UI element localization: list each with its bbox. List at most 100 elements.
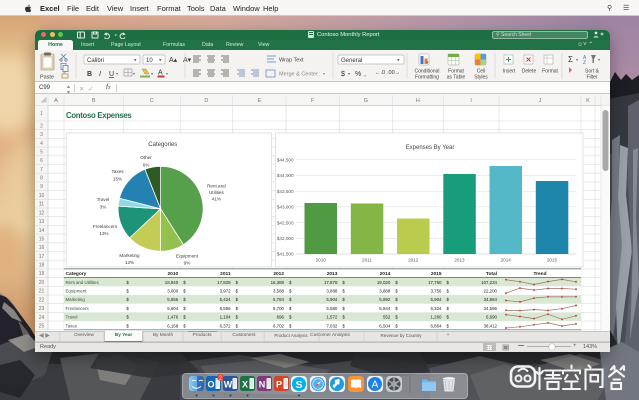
svg-text:Taxes: Taxes — [112, 169, 125, 174]
svg-text:.00→: .00→ — [387, 70, 400, 76]
svg-text:Freelancers: Freelancers — [66, 306, 90, 311]
svg-text:2011: 2011 — [220, 271, 231, 277]
svg-text:22,200: 22,200 — [484, 289, 498, 294]
svg-text:6,690: 6,690 — [486, 315, 498, 320]
svg-text:A▴: A▴ — [169, 57, 178, 64]
svg-text:2011: 2011 — [362, 258, 372, 263]
svg-text:2: 2 — [219, 375, 222, 381]
svg-text:A: A — [372, 379, 379, 390]
svg-text:A▾: A▾ — [183, 57, 192, 64]
svg-text:2014: 2014 — [501, 258, 512, 263]
svg-text:6,702: 6,702 — [273, 323, 285, 328]
svg-text:5,556: 5,556 — [220, 306, 232, 311]
svg-text:17,878: 17,878 — [324, 280, 338, 285]
svg-text:Wrap Text: Wrap Text — [279, 58, 304, 64]
svg-text:Trend: Trend — [533, 271, 546, 277]
svg-text:$43,500: $43,500 — [277, 189, 294, 194]
svg-text:9: 9 — [40, 184, 43, 190]
svg-text:2010: 2010 — [316, 258, 327, 263]
svg-text:Z: Z — [583, 60, 586, 66]
svg-text:Equipment: Equipment — [176, 254, 199, 259]
svg-text:$44,000: $44,000 — [277, 173, 294, 178]
svg-text:5,424: 5,424 — [220, 297, 232, 302]
svg-text:I: I — [99, 71, 101, 78]
svg-text:13%: 13% — [99, 231, 108, 236]
svg-text:4: 4 — [40, 141, 43, 147]
svg-text:Other: Other — [140, 155, 152, 160]
svg-text:13: 13 — [39, 219, 45, 225]
svg-text:$44,500: $44,500 — [277, 158, 294, 163]
svg-text:E: E — [257, 98, 261, 104]
svg-text:←.0: ←.0 — [375, 70, 385, 76]
svg-text:24: 24 — [39, 315, 45, 321]
svg-text:Rent and: Rent and — [207, 184, 226, 189]
svg-text:552: 552 — [383, 315, 391, 320]
svg-text:41%: 41% — [212, 197, 221, 202]
svg-text:U: U — [109, 71, 114, 78]
svg-text:Styles: Styles — [474, 75, 488, 81]
svg-text:17,828: 17,828 — [217, 280, 231, 285]
svg-text:2013: 2013 — [454, 258, 465, 263]
svg-text:10: 10 — [146, 58, 153, 64]
svg-text:2: 2 — [40, 123, 43, 129]
svg-text:Contoso Expenses: Contoso Expenses — [66, 111, 132, 120]
svg-text:1,476: 1,476 — [167, 315, 179, 320]
svg-text:Expenses By Year: Expenses By Year — [406, 145, 455, 151]
svg-text:3,000: 3,000 — [167, 289, 179, 294]
svg-text:107,234: 107,234 — [481, 280, 497, 285]
svg-text:$43,000: $43,000 — [277, 205, 294, 210]
svg-text:3,588: 3,588 — [273, 289, 285, 294]
svg-text:2012: 2012 — [273, 271, 284, 277]
svg-text:G: G — [364, 98, 368, 104]
svg-text:2012: 2012 — [408, 258, 419, 263]
svg-text:2015: 2015 — [431, 271, 442, 277]
svg-text:N: N — [259, 379, 266, 389]
svg-text:Taxes: Taxes — [66, 323, 78, 328]
svg-text:5,700: 5,700 — [273, 306, 285, 311]
svg-text:5,604: 5,604 — [167, 306, 179, 311]
svg-text:1,572: 1,572 — [326, 315, 338, 320]
svg-text:B: B — [92, 98, 96, 104]
svg-text:5,784: 5,784 — [273, 297, 285, 302]
svg-text:Travel: Travel — [66, 315, 78, 320]
svg-text:▾: ▾ — [348, 71, 350, 76]
svg-text:C: C — [150, 98, 154, 104]
svg-text:A: A — [54, 98, 58, 104]
svg-text:18: 18 — [39, 263, 45, 269]
svg-text:▾: ▾ — [166, 71, 168, 76]
svg-text:▾: ▾ — [598, 57, 600, 62]
svg-text:22: 22 — [39, 297, 45, 303]
svg-text:General: General — [341, 58, 362, 64]
svg-text:5,580: 5,580 — [326, 306, 338, 311]
svg-text:Σ: Σ — [568, 55, 573, 64]
svg-text:Insert: Insert — [503, 69, 516, 75]
svg-text:15: 15 — [39, 236, 45, 242]
svg-text:21: 21 — [39, 289, 45, 295]
svg-text:6,864: 6,864 — [431, 323, 443, 328]
svg-text:5: 5 — [40, 149, 43, 155]
svg-text:2015: 2015 — [547, 258, 558, 263]
svg-text:$42,500: $42,500 — [277, 220, 294, 225]
svg-text:1: 1 — [40, 111, 43, 117]
svg-text:6,168: 6,168 — [167, 323, 179, 328]
svg-text:Rent and Utilities: Rent and Utilities — [66, 280, 100, 285]
svg-text:Merge & Center: Merge & Center — [279, 72, 318, 78]
svg-text:16,388: 16,388 — [271, 280, 285, 285]
svg-text:▾: ▾ — [151, 71, 153, 76]
svg-text:J: J — [539, 98, 542, 104]
svg-text:Format: Format — [542, 69, 558, 75]
svg-text:3: 3 — [40, 132, 43, 138]
svg-text:Category: Category — [66, 271, 87, 277]
svg-text:14: 14 — [39, 228, 45, 234]
svg-text:34,884: 34,884 — [484, 297, 498, 302]
svg-text:1,104: 1,104 — [220, 315, 232, 320]
svg-text:A: A — [158, 70, 163, 77]
svg-text:19: 19 — [39, 271, 45, 277]
svg-text:20: 20 — [39, 280, 45, 286]
svg-text:3%: 3% — [100, 205, 107, 210]
svg-text:8: 8 — [40, 176, 43, 182]
svg-text:,: , — [364, 71, 366, 78]
svg-text:S: S — [295, 379, 302, 391]
svg-text:▾: ▾ — [133, 71, 135, 76]
svg-text:%: % — [355, 71, 361, 78]
